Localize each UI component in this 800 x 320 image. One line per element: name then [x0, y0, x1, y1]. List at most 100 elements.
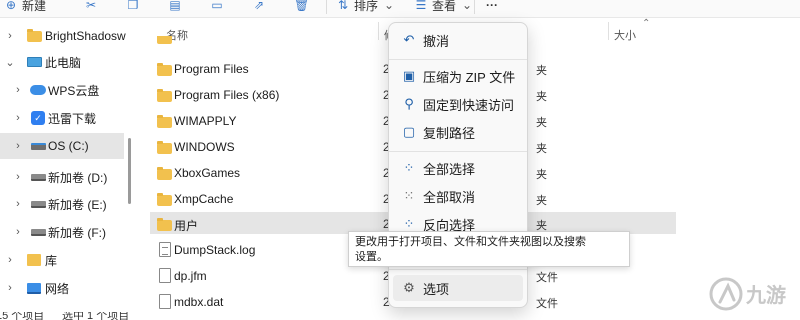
view-icon: ☰	[415, 0, 427, 12]
file-name: WINDOWS	[174, 140, 235, 154]
folder-icon	[157, 140, 173, 154]
menu-item-select-all[interactable]: ⁘ 全部选择	[393, 155, 523, 181]
file-type: 夹	[536, 91, 547, 103]
share-button[interactable]: ⇗	[252, 0, 266, 14]
cut-button[interactable]: ✂	[84, 0, 98, 14]
chevron-right-icon[interactable]: ›	[13, 226, 23, 238]
watermark-text: 九游	[745, 283, 786, 307]
sidebar-item-volume-d[interactable]: › 新加卷 (D:)	[0, 164, 124, 190]
file-type: 夹	[536, 65, 547, 77]
sidebar-item-volume-f[interactable]: › 新加卷 (F:)	[0, 219, 124, 245]
folder-icon	[157, 217, 173, 231]
menu-item-label: 固定到快速访问	[423, 97, 515, 113]
sidebar-item-label: 新加卷 (E:)	[48, 197, 107, 212]
chevron-right-icon[interactable]: ›	[13, 84, 23, 96]
tooltip: 更改用于打开项目、文件和文件夹视图以及搜索 设置。	[348, 231, 630, 267]
sidebar-item-wps-cloud[interactable]: › WPS云盘	[0, 77, 124, 103]
sidebar-item-brightshadosw[interactable]: › BrightShadosw	[0, 23, 126, 49]
copy-icon: ❐	[127, 0, 139, 12]
select-all-icon: ⁘	[403, 160, 415, 175]
sidebar-item-libraries[interactable]: › 库	[0, 247, 124, 273]
new-button[interactable]: ⊕ 新建	[4, 0, 46, 14]
chevron-right-icon[interactable]: ›	[13, 112, 23, 124]
sidebar-item-label: 库	[45, 253, 58, 268]
chevron-right-icon[interactable]: ›	[13, 140, 23, 152]
sidebar-item-label: WPS云盘	[48, 83, 100, 98]
os-drive-icon	[30, 139, 46, 153]
toolbar-divider	[474, 0, 475, 14]
new-label: 新建	[22, 0, 47, 13]
sidebar-item-volume-e[interactable]: › 新加卷 (E:)	[0, 191, 124, 217]
pin-icon: ⚲	[404, 96, 414, 111]
sort-button[interactable]: ⇅ 排序 ⌄	[336, 0, 396, 14]
sidebar-scrollbar[interactable]	[128, 138, 131, 204]
file-type: 文件	[536, 298, 558, 310]
thunder-icon: ✓	[30, 111, 46, 125]
rename-button[interactable]: ▭	[210, 0, 224, 14]
delete-button[interactable]: 🗑	[294, 0, 309, 14]
library-icon	[26, 253, 42, 267]
chevron-right-icon[interactable]: ›	[13, 171, 23, 183]
menu-item-compress-zip[interactable]: ▣ 压缩为 ZIP 文件	[393, 63, 523, 89]
menu-item-copy-path[interactable]: ▢ 复制路径	[393, 119, 523, 145]
drive-icon	[30, 170, 46, 184]
sort-label: 排序	[354, 0, 379, 13]
status-bar: 15 个项目 选中 1 个项目	[0, 312, 800, 320]
sidebar-item-label: BrightShadosw	[45, 29, 126, 43]
chevron-right-icon[interactable]: ›	[5, 282, 15, 294]
chevron-right-icon[interactable]: ›	[5, 254, 15, 266]
cloud-icon	[30, 83, 46, 97]
file-icon	[157, 294, 173, 309]
sort-icon: ⇅	[337, 0, 349, 12]
folder-icon	[157, 114, 173, 128]
menu-item-label: 复制路径	[423, 125, 476, 141]
sidebar-item-network[interactable]: › 网络	[0, 275, 124, 301]
menu-divider	[389, 151, 527, 152]
status-item-count: 15 个项目	[0, 312, 45, 320]
copy-button[interactable]: ❐	[126, 0, 140, 14]
menu-item-label: 撤消	[423, 33, 450, 49]
folder-icon	[157, 36, 173, 44]
chevron-right-icon[interactable]: ›	[5, 30, 15, 42]
network-icon	[26, 281, 42, 295]
rename-icon: ▭	[211, 0, 223, 12]
sidebar-item-thunder-downloads[interactable]: › ✓ 迅雷下载	[0, 105, 124, 131]
paste-button[interactable]: ▤	[168, 0, 182, 14]
folder-icon	[157, 192, 173, 206]
undo-icon: ↶	[403, 32, 415, 47]
select-none-icon: ⁙	[403, 188, 415, 203]
computer-icon	[26, 55, 42, 69]
tooltip-line: 设置。	[355, 251, 388, 263]
file-name: dp.jfm	[174, 269, 207, 283]
folder-icon	[26, 28, 42, 43]
folder-icon	[157, 62, 173, 76]
file-type: 文件	[536, 272, 558, 284]
file-name: XmpCache	[174, 192, 234, 206]
sidebar-item-label: 新加卷 (F:)	[48, 225, 106, 240]
menu-item-select-none[interactable]: ⁙ 全部取消	[393, 183, 523, 209]
zip-icon: ▣	[402, 68, 416, 83]
sidebar-item-this-pc[interactable]: ⌄ 此电脑	[0, 49, 124, 75]
chevron-right-icon[interactable]: ›	[13, 198, 23, 210]
sidebar-item-os-c[interactable]: › OS (C:)	[0, 133, 124, 159]
menu-item-pin-quick-access[interactable]: ⚲ 固定到快速访问	[393, 91, 523, 117]
toolbar-divider	[326, 0, 327, 14]
cut-icon: ✂	[85, 0, 97, 12]
file-type: 夹	[536, 143, 547, 155]
file-name: Program Files (x86)	[174, 88, 280, 102]
paste-icon: ▤	[169, 0, 181, 12]
file-name: XboxGames	[174, 166, 241, 180]
gear-icon: ⚙	[403, 280, 415, 295]
command-bar: ⊕ 新建 ✂ ❐ ▤ ▭ ⇗ 🗑 ⇅ 排序 ⌄ ☰ 查看 ⌄ ···	[0, 0, 800, 18]
folder-icon	[157, 88, 173, 102]
menu-item-undo[interactable]: ↶ 撤消	[393, 27, 523, 53]
navigation-pane: › BrightShadosw ⌄ 此电脑 › WPS云盘 › ✓ 迅雷下载 ›…	[0, 18, 126, 320]
view-button[interactable]: ☰ 查看 ⌄	[414, 0, 474, 14]
file-type: 夹	[536, 195, 547, 207]
more-options-button[interactable]: ···	[486, 0, 498, 14]
menu-item-options[interactable]: ⚙ 选项	[393, 275, 523, 301]
menu-item-label: 压缩为 ZIP 文件	[423, 69, 516, 85]
file-name: Program Files	[174, 62, 249, 76]
chevron-down-icon: ⌄	[461, 0, 473, 12]
chevron-down-icon[interactable]: ⌄	[5, 56, 15, 69]
